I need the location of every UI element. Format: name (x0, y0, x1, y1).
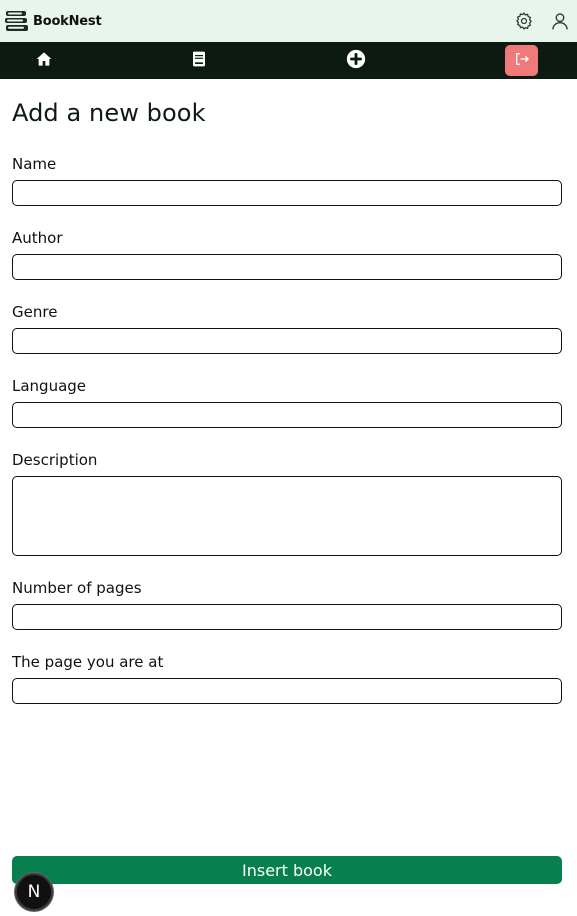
book-stack-logo-icon (4, 8, 30, 34)
pages-input[interactable] (12, 604, 562, 630)
description-label: Description (12, 451, 98, 469)
pages-label: Number of pages (12, 579, 142, 597)
main-navigation (0, 42, 577, 79)
name-label: Name (12, 155, 57, 173)
nextjs-dev-badge[interactable]: N (15, 873, 53, 911)
app-header: BookNest (0, 0, 577, 42)
nextjs-logo-icon: N (27, 882, 41, 902)
brand[interactable]: BookNest (4, 8, 102, 34)
logout-button[interactable] (505, 45, 538, 76)
language-label: Language (12, 377, 87, 395)
nav-add-book-button[interactable] (340, 42, 372, 79)
header-actions (499, 0, 571, 42)
add-circle-icon (346, 49, 366, 73)
user-profile-icon[interactable] (549, 10, 571, 32)
genre-input[interactable] (12, 328, 562, 354)
author-label: Author (12, 229, 63, 247)
nav-home-button[interactable] (28, 42, 60, 79)
genre-label: Genre (12, 303, 58, 321)
app-name: BookNest (33, 13, 102, 29)
home-icon (36, 51, 52, 71)
description-textarea[interactable] (12, 476, 562, 556)
book-icon (192, 51, 206, 71)
current-page-label: The page you are at (12, 653, 164, 671)
current-page-input[interactable] (12, 678, 562, 704)
language-input[interactable] (12, 402, 562, 428)
page-title: Add a new book (12, 99, 206, 127)
logout-icon (514, 51, 530, 71)
settings-gear-icon[interactable] (513, 10, 535, 32)
author-input[interactable] (12, 254, 562, 280)
insert-book-button[interactable]: Insert book (12, 856, 562, 884)
name-input[interactable] (12, 180, 562, 206)
nav-books-button[interactable] (183, 42, 215, 79)
